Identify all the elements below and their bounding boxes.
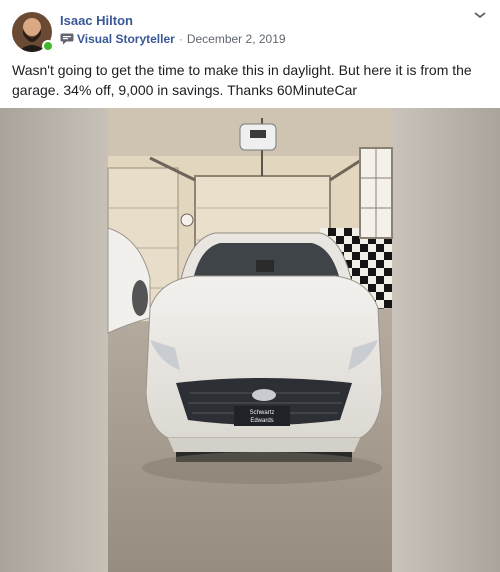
more-options-icon[interactable]	[470, 8, 490, 22]
meta-separator: ·	[178, 32, 183, 46]
plate-line-1: Schwartz	[250, 410, 275, 416]
badge-label[interactable]: Visual Storyteller	[77, 32, 175, 46]
post-video[interactable]: Schwartz Edwards	[0, 108, 500, 572]
post-header: Isaac Hilton Visual Storyteller · Decemb…	[0, 0, 500, 60]
blurred-side-right	[392, 108, 500, 572]
author-name-link[interactable]: Isaac Hilton	[60, 13, 133, 28]
post-text: Wasn't going to get the time to make thi…	[12, 62, 472, 98]
blurred-side-left	[0, 108, 108, 572]
post-date[interactable]: December 2, 2019	[187, 32, 286, 46]
storyteller-badge-icon	[60, 33, 74, 45]
video-frame: Schwartz Edwards	[107, 108, 393, 572]
online-status-indicator	[42, 40, 54, 52]
post-meta: Visual Storyteller · December 2, 2019	[60, 32, 286, 46]
plate-line-2: Edwards	[250, 418, 273, 424]
garage-car-photo: Schwartz Edwards	[0, 108, 500, 572]
